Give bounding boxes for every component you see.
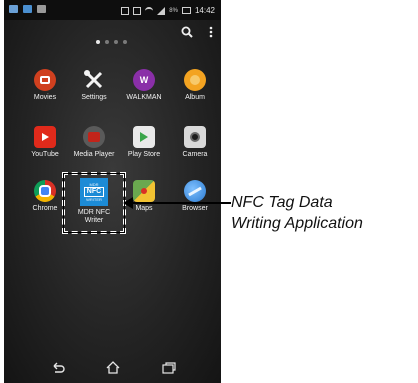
walkman-icon: W xyxy=(133,69,155,91)
page-dot xyxy=(105,40,109,44)
app-label: Camera xyxy=(182,151,208,158)
recent-apps-button[interactable] xyxy=(162,361,176,379)
app-walkman[interactable]: W WALKMAN xyxy=(119,69,169,102)
wrench-screwdriver-icon xyxy=(83,69,105,91)
notification-icon xyxy=(9,5,18,13)
back-button[interactable] xyxy=(50,361,66,379)
chrome-icon xyxy=(34,180,56,202)
phone-screen: 8% 14:42 Movies Settings W WALKMAN Album… xyxy=(4,0,221,383)
callout-pointer-icon xyxy=(123,197,231,209)
app-label: Album xyxy=(185,94,205,101)
nfc-status-icon xyxy=(121,6,130,15)
app-media-player[interactable]: Media Player xyxy=(69,126,119,159)
highlight-box xyxy=(62,172,126,234)
signal-icon xyxy=(157,6,166,15)
camera-icon xyxy=(184,126,206,148)
back-icon xyxy=(53,362,65,373)
app-label: Movies xyxy=(33,94,57,101)
app-movies[interactable]: Movies xyxy=(20,69,70,102)
app-label: WALKMAN xyxy=(126,94,162,101)
search-icon xyxy=(181,26,193,38)
home-button[interactable] xyxy=(106,361,120,379)
app-play-store[interactable]: Play Store xyxy=(119,126,169,159)
recent-apps-icon xyxy=(162,362,176,374)
callout-line-1: NFC Tag Data xyxy=(231,194,333,211)
status-icons: 8% 14:42 xyxy=(121,6,215,15)
home-icon xyxy=(106,361,120,374)
page-indicator xyxy=(96,40,127,44)
status-bar: 8% 14:42 xyxy=(4,0,221,20)
battery-icon xyxy=(181,7,191,14)
youtube-icon xyxy=(34,126,56,148)
album-icon xyxy=(184,69,206,91)
search-button[interactable] xyxy=(181,26,193,38)
app-label: YouTube xyxy=(31,151,59,158)
n-mark-status-icon xyxy=(133,6,142,15)
play-store-icon xyxy=(133,126,155,148)
page-dot xyxy=(123,40,127,44)
overflow-menu-button[interactable] xyxy=(209,26,213,38)
page-dot-active xyxy=(96,40,100,44)
app-label: Play Store xyxy=(127,151,161,158)
overflow-menu-icon xyxy=(209,26,213,38)
app-label: Media Player xyxy=(73,151,115,158)
app-drawer-actions xyxy=(181,26,213,38)
app-camera[interactable]: Camera xyxy=(170,126,220,159)
app-settings[interactable]: Settings xyxy=(69,69,119,102)
wifi-icon xyxy=(145,6,154,15)
clock: 14:42 xyxy=(194,6,215,15)
notification-icon xyxy=(23,5,32,13)
battery-percent: 8% xyxy=(169,7,178,14)
app-youtube[interactable]: YouTube xyxy=(20,126,70,159)
navigation-bar xyxy=(4,355,221,383)
page-dot xyxy=(114,40,118,44)
media-player-icon xyxy=(83,126,105,148)
callout-label: NFC Tag Data Writing Application xyxy=(231,192,363,234)
notification-icons xyxy=(9,5,46,13)
app-album[interactable]: Album xyxy=(170,69,220,102)
app-label: Settings xyxy=(81,94,107,101)
notification-icon xyxy=(37,5,46,13)
callout-line-2: Writing Application xyxy=(231,215,363,232)
movies-icon xyxy=(34,69,56,91)
